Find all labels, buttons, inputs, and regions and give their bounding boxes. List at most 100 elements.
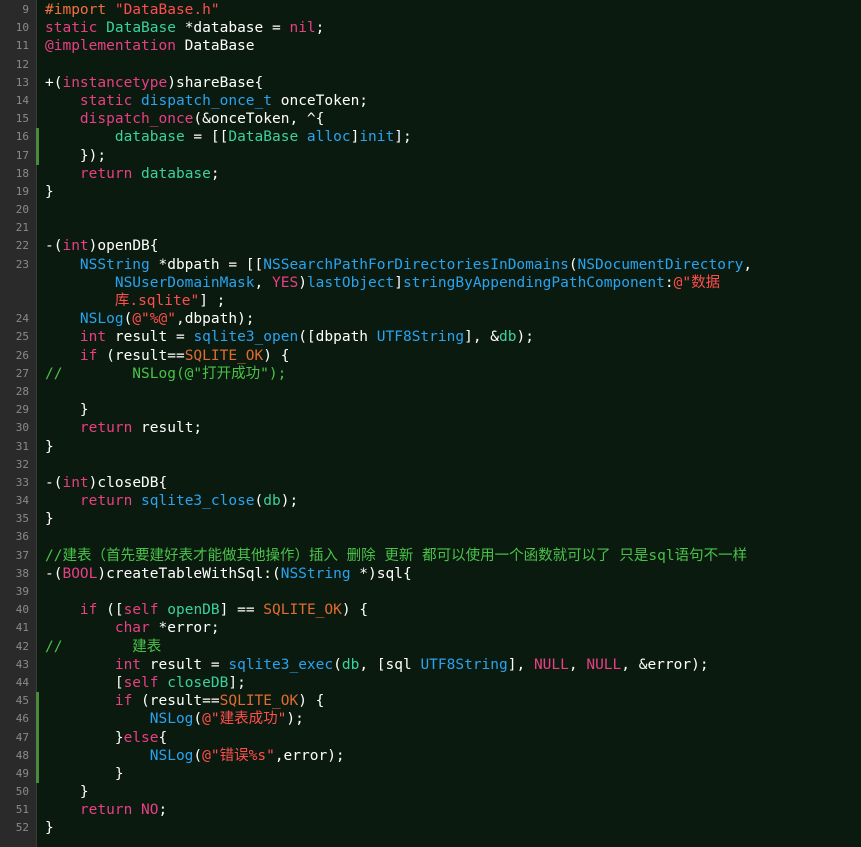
- code-line[interactable]: 20: [0, 201, 861, 219]
- code-text[interactable]: int result = sqlite3_open([dbpath UTF8St…: [45, 328, 845, 346]
- code-text[interactable]: }: [45, 438, 845, 456]
- code-text[interactable]: NSLog(@"%@",dbpath);: [45, 310, 845, 328]
- code-text[interactable]: }: [45, 401, 845, 419]
- code-text[interactable]: char *error;: [45, 619, 845, 637]
- code-line[interactable]: 24 NSLog(@"%@",dbpath);: [0, 310, 861, 328]
- line-number: 12: [15, 57, 29, 71]
- code-text[interactable]: static DataBase *database = nil;: [45, 19, 845, 37]
- code-text[interactable]: return NO;: [45, 801, 845, 819]
- code-text[interactable]: -(int)closeDB{: [45, 474, 845, 492]
- code-line[interactable]: 13 +(instancetype)shareBase{: [0, 74, 861, 92]
- code-text[interactable]: if (result==SQLITE_OK) {: [45, 347, 845, 365]
- code-line[interactable]: 9 #import "DataBase.h": [0, 1, 861, 19]
- code-line[interactable]: 33 -(int)closeDB{: [0, 474, 861, 492]
- code-text[interactable]: database = [[DataBase alloc]init];: [45, 128, 845, 146]
- code-token: database: [141, 165, 211, 182]
- code-line[interactable]: 41 char *error;: [0, 619, 861, 637]
- code-editor[interactable]: 9 #import "DataBase.h" 10 static DataBase *…: [0, 0, 861, 847]
- code-line[interactable]: 26 if (result==SQLITE_OK) {: [0, 347, 861, 365]
- code-text[interactable]: return result;: [45, 419, 845, 437]
- code-line[interactable]: 15 dispatch_once(&onceToken, ^{: [0, 110, 861, 128]
- code-token: UTF8String: [376, 329, 465, 346]
- code-line[interactable]: 51 return NO;: [0, 801, 861, 819]
- code-token: YES: [272, 274, 299, 291]
- code-text[interactable]: int result = sqlite3_exec(db, [sql UTF8S…: [45, 656, 845, 674]
- code-line[interactable]: 31}: [0, 438, 861, 456]
- code-text[interactable]: return database;: [45, 165, 845, 183]
- code-line[interactable]: 43 int result = sqlite3_exec(db, [sql UT…: [0, 656, 861, 674]
- code-line[interactable]: 30 return result;: [0, 419, 861, 437]
- code-line[interactable]: 22 -(int)openDB{: [0, 237, 861, 255]
- code-line[interactable]: 42 // 建表: [0, 638, 861, 656]
- code-line[interactable]: 40 if ([self openDB] == SQLITE_OK) {: [0, 601, 861, 619]
- code-text[interactable]: }: [45, 183, 845, 201]
- code-line[interactable]: 27 // NSLog(@"打开成功");: [0, 365, 861, 383]
- code-text[interactable]: NSLog(@"建表成功");: [45, 710, 845, 728]
- code-line[interactable]: 52}: [0, 819, 861, 837]
- code-token: DataBase: [106, 20, 176, 37]
- change-marker: [36, 801, 39, 819]
- code-text[interactable]: }else{: [45, 729, 845, 747]
- code-line[interactable]: 14 static dispatch_once_t onceToken;: [0, 92, 861, 110]
- code-area[interactable]: 9 #import "DataBase.h" 10 static DataBase *…: [0, 1, 861, 838]
- code-line[interactable]: 19}: [0, 183, 861, 201]
- code-text[interactable]: dispatch_once(&onceToken, ^{: [45, 110, 845, 128]
- code-line[interactable]: 17 });: [0, 146, 861, 165]
- code-line[interactable]: 29 }: [0, 401, 861, 419]
- code-text[interactable]: }: [45, 765, 845, 783]
- line-number: 44: [15, 675, 29, 689]
- code-text[interactable]: [self closeDB];: [45, 674, 845, 692]
- code-line[interactable]: 35}: [0, 510, 861, 528]
- code-line[interactable]: 48 NSLog(@"错误%s",error);: [0, 746, 861, 765]
- code-text[interactable]: return sqlite3_close(db);: [45, 492, 845, 510]
- code-line[interactable]: 37 //建表（首先要建好表才能做其他操作）插入 删除 更新 都可以使用一个函数就…: [0, 547, 861, 565]
- code-text[interactable]: // 建表: [45, 638, 845, 656]
- code-line[interactable]: 28: [0, 383, 861, 401]
- code-line[interactable]: 38 -(BOOL)createTableWithSql:(NSString *)…: [0, 565, 861, 583]
- code-line[interactable]: 47 }else{: [0, 728, 861, 747]
- code-token: // NSLog(@"打开成功");: [45, 365, 287, 382]
- code-line[interactable]: 18 return database;: [0, 165, 861, 183]
- code-line[interactable]: 36: [0, 528, 861, 546]
- code-line[interactable]: 45 if (result==SQLITE_OK) {: [0, 692, 861, 711]
- code-line[interactable]: 10 static DataBase *database = nil;: [0, 19, 861, 37]
- code-text[interactable]: -(int)openDB{: [45, 237, 845, 255]
- code-text[interactable]: -(BOOL)createTableWithSql:(NSString *)sq…: [45, 565, 845, 583]
- code-text[interactable]: NSString *dbpath = [[NSSearchPathForDire…: [45, 256, 845, 311]
- code-line[interactable]: 12: [0, 56, 861, 74]
- code-text[interactable]: }: [45, 819, 845, 837]
- code-text[interactable]: }: [45, 510, 845, 528]
- code-line[interactable]: 46 NSLog(@"建表成功");: [0, 710, 861, 729]
- code-token: *database =: [175, 20, 290, 37]
- code-line[interactable]: 39: [0, 583, 861, 601]
- code-line[interactable]: 21: [0, 219, 861, 237]
- code-text[interactable]: +(instancetype)shareBase{: [45, 74, 845, 92]
- code-token: ] ;: [199, 293, 226, 310]
- code-text[interactable]: });: [45, 147, 845, 165]
- code-line[interactable]: 50 }: [0, 783, 861, 801]
- code-text[interactable]: //建表（首先要建好表才能做其他操作）插入 删除 更新 都可以使用一个函数就可以…: [45, 547, 845, 565]
- code-line[interactable]: 16 database = [[DataBase alloc]init];: [0, 128, 861, 147]
- code-line[interactable]: 49 }: [0, 764, 861, 784]
- code-text[interactable]: }: [45, 783, 845, 801]
- code-line[interactable]: 25 int result = sqlite3_open([dbpath UTF…: [0, 328, 861, 346]
- code-text[interactable]: if ([self openDB] == SQLITE_OK) {: [45, 601, 845, 619]
- code-line[interactable]: 23 NSString *dbpath = [[NSSearchPathForD…: [0, 256, 861, 311]
- line-number: 46: [15, 712, 29, 726]
- code-text[interactable]: if (result==SQLITE_OK) {: [45, 692, 845, 710]
- code-text[interactable]: static dispatch_once_t onceToken;: [45, 92, 845, 110]
- code-line[interactable]: 44 [self closeDB];: [0, 674, 861, 692]
- code-text[interactable]: @implementation DataBase: [45, 37, 845, 55]
- line-number: 22: [15, 239, 29, 253]
- code-token: ,: [568, 656, 587, 673]
- code-token: NSSearchPathForDirectoriesInDomains: [263, 256, 569, 273]
- code-line[interactable]: 34 return sqlite3_close(db);: [0, 492, 861, 510]
- code-line[interactable]: 32: [0, 456, 861, 474]
- code-text[interactable]: #import "DataBase.h": [45, 1, 845, 19]
- code-text[interactable]: // NSLog(@"打开成功");: [45, 365, 845, 383]
- code-text[interactable]: NSLog(@"错误%s",error);: [45, 747, 845, 765]
- code-line[interactable]: 11 @implementation DataBase: [0, 37, 861, 55]
